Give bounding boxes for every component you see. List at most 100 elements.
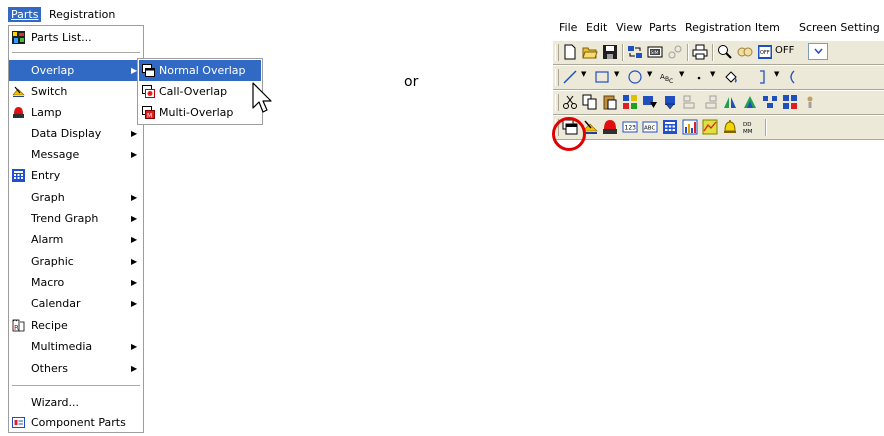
state-dropdown[interactable] bbox=[808, 43, 828, 60]
app-menu-parts[interactable]: Parts bbox=[649, 21, 676, 34]
submenu-item-multi-overlap[interactable]: M Multi-Overlap bbox=[139, 102, 261, 123]
off-state-icon[interactable]: OFF bbox=[757, 44, 773, 60]
toolbar-separator bbox=[712, 44, 714, 61]
arc-icon[interactable] bbox=[786, 69, 802, 85]
zoom-icon[interactable] bbox=[717, 44, 733, 60]
open-folder-icon[interactable] bbox=[582, 44, 598, 60]
state-label: OFF bbox=[775, 45, 795, 56]
group-icon[interactable] bbox=[622, 94, 638, 110]
menu-separator bbox=[12, 385, 140, 386]
app-menu-registration-item[interactable]: Registration Item bbox=[685, 21, 780, 34]
print-icon[interactable] bbox=[692, 44, 708, 60]
numeric-display-icon[interactable]: 123 bbox=[622, 119, 638, 135]
paste-icon[interactable] bbox=[602, 94, 618, 110]
align-left-icon[interactable] bbox=[682, 94, 698, 110]
svg-text:OFF: OFF bbox=[760, 50, 770, 56]
menu-separator bbox=[12, 52, 140, 53]
chevron-down-icon[interactable]: ▼ bbox=[679, 70, 684, 78]
menubar-parts[interactable]: Parts bbox=[8, 7, 42, 22]
menu-item-component-parts[interactable]: Component Parts bbox=[9, 412, 143, 433]
dot-icon[interactable] bbox=[691, 69, 707, 85]
rotate-icon[interactable] bbox=[742, 94, 758, 110]
menu-item-graphic[interactable]: Graphic ▶ bbox=[9, 251, 143, 272]
call-overlap-icon bbox=[142, 85, 155, 98]
text-icon[interactable]: ABC bbox=[659, 69, 675, 85]
menu-item-lamp[interactable]: Lamp bbox=[9, 102, 143, 123]
entry-icon bbox=[12, 169, 25, 182]
lamp-icon[interactable] bbox=[602, 119, 618, 135]
toolbar-separator bbox=[622, 44, 624, 61]
menu-item-calendar[interactable]: Calendar ▶ bbox=[9, 293, 143, 314]
distribute-icon[interactable] bbox=[762, 94, 778, 110]
chevron-down-icon[interactable]: ▼ bbox=[581, 70, 586, 78]
link-settings-icon[interactable] bbox=[667, 44, 683, 60]
svg-text:C: C bbox=[669, 78, 673, 85]
parts-menubar: Parts Registration Item bbox=[8, 6, 145, 36]
bring-front-icon[interactable] bbox=[642, 94, 658, 110]
app-menubar: File Edit View Parts Registration Item S… bbox=[559, 19, 884, 37]
mirror-icon[interactable] bbox=[722, 94, 738, 110]
menu-item-trend-graph[interactable]: Trend Graph ▶ bbox=[9, 208, 143, 229]
transfer-icon[interactable] bbox=[627, 44, 643, 60]
app-menu-screen-setting[interactable]: Screen Setting bbox=[799, 21, 880, 34]
properties-icon[interactable] bbox=[802, 94, 818, 110]
component-parts-icon bbox=[12, 417, 25, 428]
app-menu-edit[interactable]: Edit bbox=[586, 21, 607, 34]
menu-item-multimedia[interactable]: Multimedia ▶ bbox=[9, 336, 143, 357]
alarm-bell-icon[interactable] bbox=[722, 119, 738, 135]
app-menu-view[interactable]: View bbox=[616, 21, 642, 34]
menu-item-overlap[interactable]: Overlap ▶ bbox=[9, 60, 143, 81]
svg-text:DD: DD bbox=[743, 122, 751, 128]
chevron-down-icon[interactable]: ▼ bbox=[647, 70, 652, 78]
align-right-icon[interactable] bbox=[702, 94, 718, 110]
chevron-down-icon bbox=[814, 48, 823, 55]
svg-text:ABC: ABC bbox=[644, 126, 655, 132]
menu-item-recipe[interactable]: R Recipe bbox=[9, 315, 143, 336]
cut-icon[interactable] bbox=[562, 94, 578, 110]
submenu-item-call-overlap[interactable]: Call-Overlap bbox=[139, 81, 261, 102]
multi-overlap-icon: M bbox=[142, 106, 155, 119]
chevron-down-icon[interactable]: ▼ bbox=[614, 70, 619, 78]
calendar-icon[interactable]: DDMM bbox=[742, 119, 758, 135]
character-display-icon[interactable]: ABC bbox=[642, 119, 658, 135]
arrange-icon[interactable] bbox=[782, 94, 798, 110]
menu-item-switch[interactable]: Switch bbox=[9, 81, 143, 102]
circle-icon[interactable] bbox=[627, 69, 643, 85]
menu-item-macro[interactable]: Macro ▶ bbox=[9, 272, 143, 293]
menu-item-alarm[interactable]: Alarm ▶ bbox=[9, 229, 143, 250]
mouse-pointer-icon bbox=[252, 82, 272, 113]
menu-item-graph[interactable]: Graph ▶ bbox=[9, 187, 143, 208]
paint-icon[interactable] bbox=[723, 69, 739, 85]
submenu-arrow-icon: ▶ bbox=[131, 193, 138, 202]
submenu-arrow-icon: ▶ bbox=[131, 214, 138, 223]
toolbar-grip[interactable] bbox=[555, 69, 559, 86]
copy-icon[interactable] bbox=[582, 94, 598, 110]
line-icon[interactable] bbox=[562, 69, 578, 85]
new-file-icon[interactable] bbox=[562, 44, 578, 60]
menubar-registration-item[interactable]: Registration Item bbox=[46, 7, 145, 36]
menu-item-parts-list[interactable]: Parts List... bbox=[9, 27, 143, 48]
toolbar-grip[interactable] bbox=[555, 94, 559, 111]
display-switch-icon[interactable] bbox=[737, 44, 753, 60]
recipe-icon: R bbox=[12, 319, 25, 332]
chevron-down-icon[interactable]: ▼ bbox=[710, 70, 715, 78]
toolbar-grip[interactable] bbox=[555, 44, 559, 61]
trend-graph-icon[interactable] bbox=[702, 119, 718, 135]
submenu-item-normal-overlap[interactable]: Normal Overlap bbox=[139, 60, 261, 81]
simulator-icon[interactable]: SIM bbox=[647, 44, 663, 60]
bracket-icon[interactable] bbox=[755, 69, 771, 85]
menu-item-data-display[interactable]: Data Display ▶ bbox=[9, 123, 143, 144]
graph-icon[interactable] bbox=[682, 119, 698, 135]
menu-item-entry[interactable]: Entry bbox=[9, 165, 143, 186]
entry-icon[interactable] bbox=[662, 119, 678, 135]
rectangle-icon[interactable] bbox=[594, 69, 610, 85]
app-menu-file[interactable]: File bbox=[559, 21, 577, 34]
menu-item-wizard[interactable]: Wizard... bbox=[9, 392, 143, 413]
menu-item-message[interactable]: Message ▶ bbox=[9, 144, 143, 165]
parts-list-icon bbox=[12, 31, 25, 44]
parts-toolbar: 123 ABC DD MM bbox=[553, 115, 884, 140]
save-icon[interactable] bbox=[602, 44, 618, 60]
menu-item-others[interactable]: Others ▶ bbox=[9, 358, 143, 379]
chevron-down-icon[interactable]: ▼ bbox=[774, 70, 779, 78]
send-back-icon[interactable] bbox=[662, 94, 678, 110]
